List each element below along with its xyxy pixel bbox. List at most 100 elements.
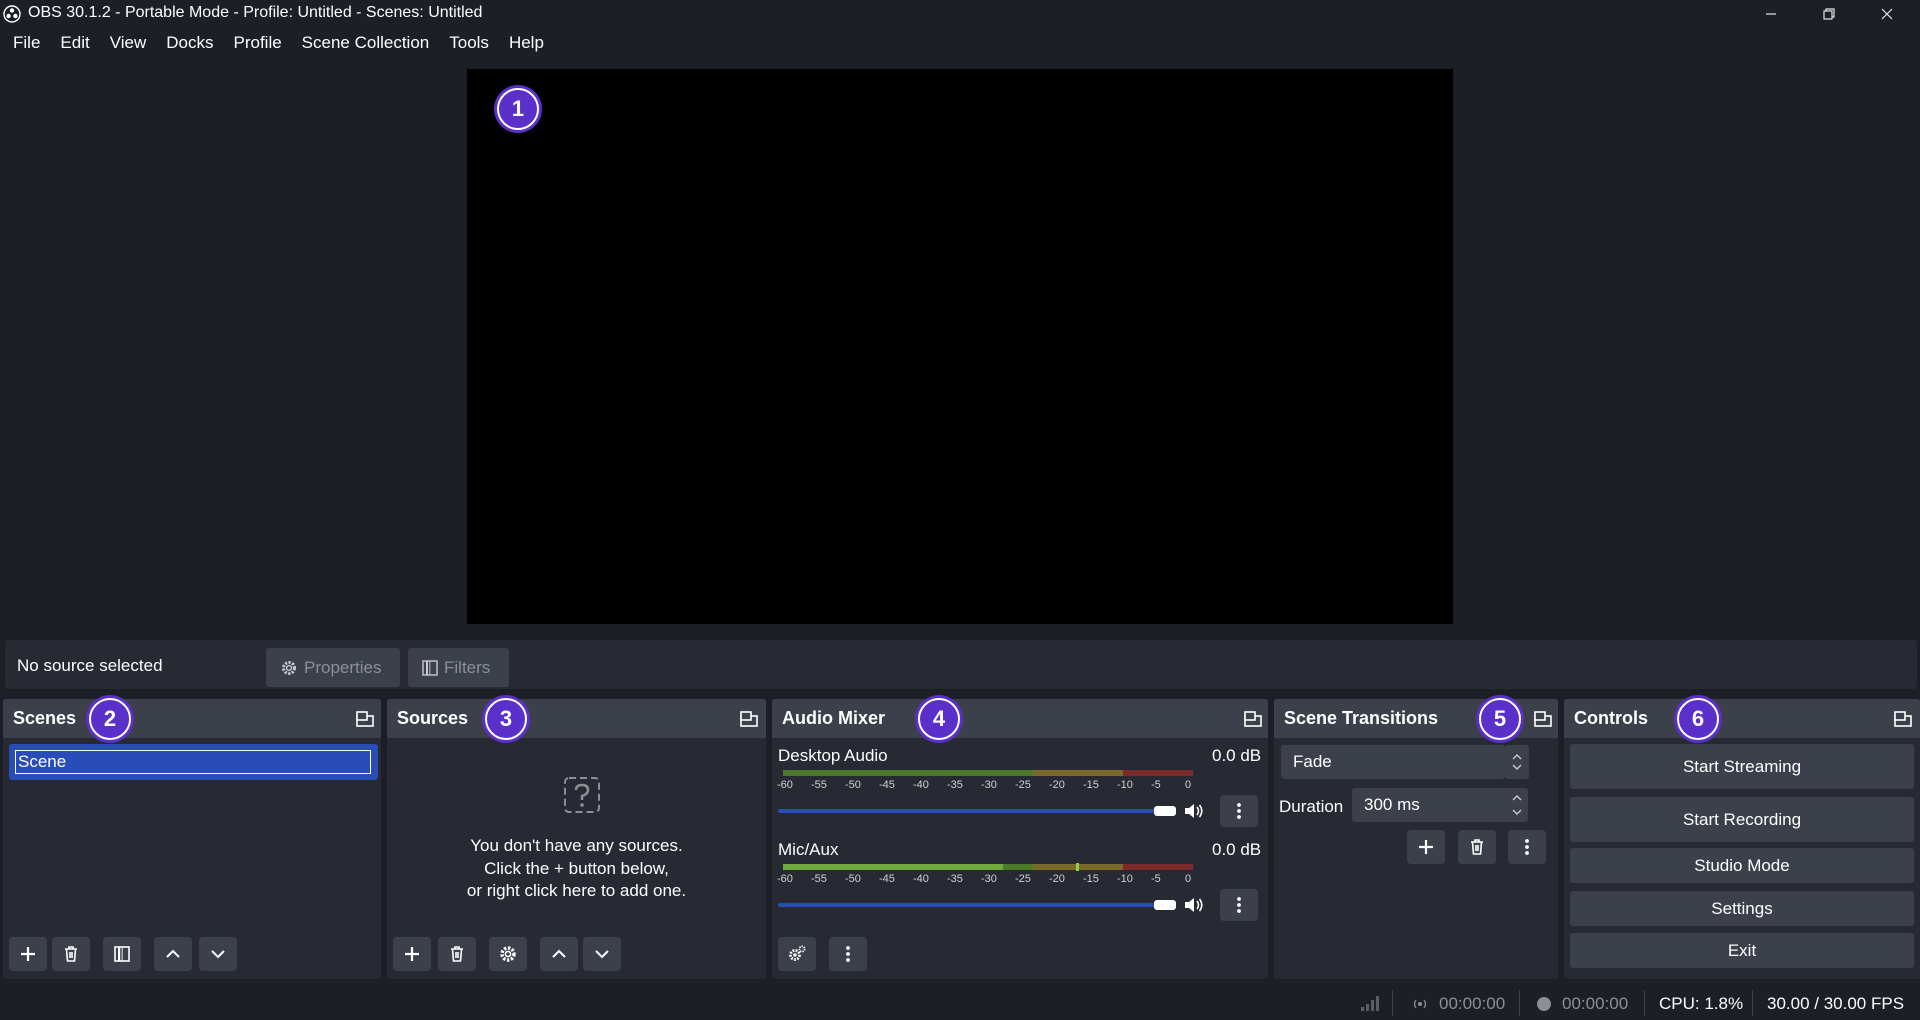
volume-fader-thumb[interactable] (1154, 806, 1176, 816)
sources-title: Sources (397, 708, 469, 728)
move-scene-down-button[interactable] (199, 937, 237, 971)
undock-icon[interactable] (1894, 711, 1912, 727)
trash-icon (451, 946, 463, 962)
duration-input[interactable]: 300 ms (1352, 788, 1528, 822)
source-properties-button[interactable] (489, 937, 527, 971)
volume-fader[interactable] (778, 809, 1174, 813)
move-source-up-button[interactable] (540, 937, 578, 971)
remove-transition-button[interactable] (1458, 830, 1496, 864)
stream-time: 00:00:00 (1439, 994, 1506, 1013)
channel-name: Mic/Aux (778, 840, 839, 859)
menu-profile[interactable]: Profile (223, 28, 291, 58)
undock-icon[interactable] (1244, 711, 1262, 727)
undock-icon[interactable] (1534, 711, 1552, 727)
annotation-badge-1: 1 (497, 88, 539, 130)
menu-tools[interactable]: Tools (439, 28, 499, 58)
studio-mode-button[interactable]: Studio Mode (1570, 848, 1914, 883)
status-separator (1519, 990, 1520, 1016)
speaker-icon[interactable] (1182, 800, 1206, 822)
move-scene-up-button[interactable] (154, 937, 192, 971)
undock-icon[interactable] (356, 711, 374, 727)
add-source-button[interactable] (393, 937, 431, 971)
preview-canvas[interactable]: 1 (467, 69, 1453, 624)
controls-dock-header: Controls (1564, 699, 1920, 738)
close-icon (1881, 8, 1893, 20)
menu-bar: File Edit View Docks Profile Scene Colle… (0, 28, 1920, 58)
meter-tick-label: -60 (777, 873, 793, 885)
annotation-badge-2: 2 (89, 698, 131, 740)
scenes-dock-header: Scenes (3, 699, 381, 738)
gear-icon (500, 946, 516, 962)
close-button[interactable] (1858, 0, 1916, 28)
start-recording-button[interactable]: Start Recording (1570, 797, 1914, 842)
more-vertical-icon (846, 946, 850, 962)
meter-tick-label: -45 (879, 779, 895, 791)
scene-name[interactable]: Scene (15, 750, 371, 774)
transition-select-spinner[interactable] (1505, 745, 1529, 779)
obs-logo-icon (3, 5, 21, 23)
filters-button[interactable]: Filters (408, 648, 509, 687)
sources-dock-header: Sources (387, 699, 766, 738)
exit-button[interactable]: Exit (1570, 933, 1914, 968)
properties-button[interactable]: Properties (266, 648, 400, 687)
question-mark-icon (564, 777, 600, 813)
meter-tick-label: -50 (845, 873, 861, 885)
advanced-audio-settings-button[interactable] (778, 937, 816, 971)
scene-list-item[interactable]: Scene (9, 744, 378, 780)
remove-scene-button[interactable] (52, 937, 90, 971)
status-separator (1644, 990, 1645, 1016)
sources-empty-message[interactable]: You don't have any sources. Click the + … (387, 835, 766, 903)
scene-transitions-title: Scene Transitions (1284, 708, 1439, 728)
menu-edit[interactable]: Edit (50, 28, 99, 58)
minimize-button[interactable] (1742, 0, 1800, 28)
restore-button[interactable] (1800, 0, 1858, 28)
meter-tick-label: 0 (1185, 779, 1192, 791)
start-streaming-button[interactable]: Start Streaming (1570, 744, 1914, 789)
status-separator (1392, 990, 1393, 1016)
sources-empty-line-3: or right click here to add one. (466, 881, 687, 900)
plus-icon (405, 947, 419, 961)
level-meter-active (783, 864, 1003, 870)
meter-tick-label: -20 (1049, 873, 1065, 885)
transition-select[interactable]: Fade (1281, 745, 1505, 779)
gear-icon (282, 660, 296, 675)
more-vertical-icon (1525, 839, 1529, 855)
trash-icon (65, 946, 77, 962)
transition-menu-button[interactable] (1508, 830, 1546, 864)
controls-title: Controls (1574, 708, 1648, 728)
speaker-icon[interactable] (1182, 894, 1206, 916)
sources-empty-line-2: Click the + button below, (484, 858, 669, 878)
menu-docks[interactable]: Docks (156, 28, 223, 58)
settings-button[interactable]: Settings (1570, 891, 1914, 926)
annotation-badge-3: 3 (485, 698, 527, 740)
channel-menu-button[interactable] (1220, 889, 1258, 921)
move-source-down-button[interactable] (583, 937, 621, 971)
volume-fader-thumb[interactable] (1154, 900, 1176, 910)
add-transition-button[interactable] (1407, 830, 1445, 864)
chevron-up-icon (166, 949, 180, 958)
scene-transitions-dock: Scene Transitions 5 Fade Duration 300 ms (1274, 698, 1558, 979)
channel-menu-button[interactable] (1220, 795, 1258, 827)
menu-file[interactable]: File (3, 28, 50, 58)
meter-tick-label: -10 (1117, 873, 1133, 885)
streaming-icon (1413, 999, 1427, 1009)
annotation-badge-5: 5 (1479, 698, 1521, 740)
meter-tick-label: -55 (811, 873, 827, 885)
scene-filters-button[interactable] (103, 937, 141, 971)
chevron-down-icon (211, 950, 225, 959)
meter-tick-label: -55 (811, 779, 827, 791)
volume-fader[interactable] (778, 903, 1174, 907)
meter-tick-label: -40 (913, 873, 929, 885)
annotation-badge-4: 4 (918, 698, 960, 740)
fps-readout: 30.00 / 30.00 FPS (1767, 994, 1905, 1013)
record-time: 00:00:00 (1562, 994, 1629, 1013)
mixer-menu-button[interactable] (829, 937, 867, 971)
menu-help[interactable]: Help (499, 28, 554, 58)
duration-stepper-icon[interactable] (1506, 788, 1528, 822)
menu-view[interactable]: View (100, 28, 157, 58)
menu-scene-collection[interactable]: Scene Collection (292, 28, 440, 58)
channel-name: Desktop Audio (778, 746, 888, 765)
add-scene-button[interactable] (9, 937, 47, 971)
remove-source-button[interactable] (438, 937, 476, 971)
undock-icon[interactable] (740, 711, 758, 727)
